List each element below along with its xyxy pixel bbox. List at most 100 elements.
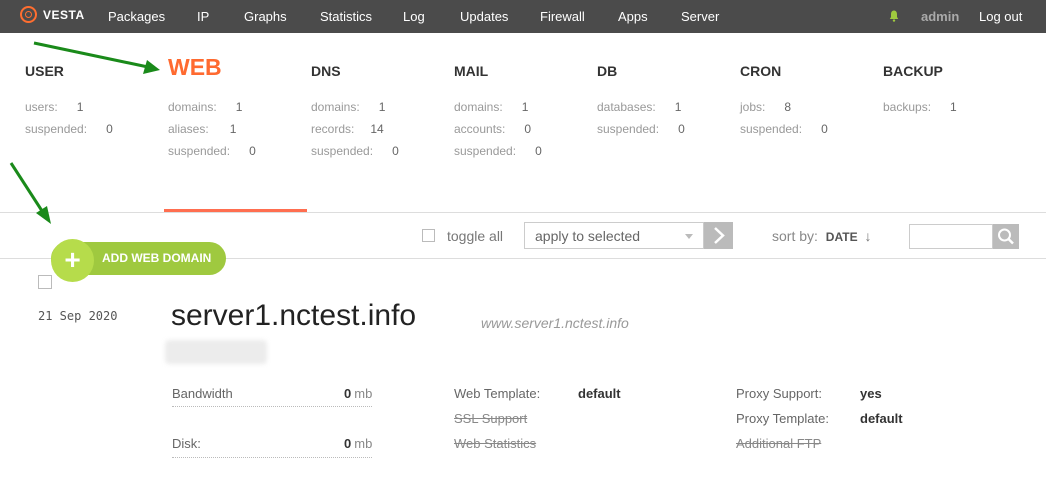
notification-bell-icon[interactable] <box>889 10 899 22</box>
stats-value: 0 <box>535 144 542 158</box>
logout-link[interactable]: Log out <box>979 9 1022 24</box>
stats-value: 0 <box>249 144 256 158</box>
top-navigation-bar: VESTA Packages IP Graphs Statistics Log … <box>0 0 1046 33</box>
stats-label: suspended: <box>168 144 231 158</box>
search-icon <box>998 228 1014 245</box>
vesta-logo[interactable]: VESTA <box>20 6 85 23</box>
stats-value: 1 <box>378 100 386 114</box>
stats-label: backups: <box>883 100 932 114</box>
stats-title: WEB <box>168 54 222 80</box>
disk-value: 0 mb <box>344 436 373 451</box>
nav-ip[interactable]: IP <box>197 9 209 24</box>
bulk-action-select[interactable]: apply to selected <box>524 222 704 249</box>
stats-label: accounts: <box>454 122 506 136</box>
stats-cron[interactable]: CRON jobs: 8 suspended: 0 <box>740 62 828 140</box>
web-template-value: default <box>578 386 621 401</box>
chevron-right-icon <box>714 227 725 244</box>
nav-apps[interactable]: Apps <box>618 9 648 24</box>
divider <box>172 406 372 407</box>
stats-row: users: 1 <box>25 96 113 118</box>
stats-row: domains: 1 <box>311 96 399 118</box>
stats-row: suspended: 0 <box>311 140 399 162</box>
stats-label: users: <box>25 100 58 114</box>
web-statistics-label: Web Statistics <box>454 436 537 451</box>
user-name[interactable]: admin <box>921 9 959 24</box>
stats-dns[interactable]: DNS domains: 1 records: 14 suspended: 0 <box>311 62 399 162</box>
stats-backup[interactable]: BACKUP backups: 1 <box>883 62 957 118</box>
stats-db[interactable]: DB databases: 1 suspended: 0 <box>597 62 685 140</box>
nav-updates[interactable]: Updates <box>460 9 508 24</box>
nav-log[interactable]: Log <box>403 9 425 24</box>
stats-value: 1 <box>76 100 84 114</box>
proxy-support-label: Proxy Support: <box>736 386 822 401</box>
stats-mail[interactable]: MAIL domains: 1 accounts: 0 suspended: 0 <box>454 62 542 162</box>
ssl-support-label: SSL Support <box>454 411 528 426</box>
stats-label: jobs: <box>740 100 766 114</box>
toggle-all-label[interactable]: toggle all <box>447 228 503 244</box>
domain-date: 21 Sep 2020 <box>38 309 118 323</box>
stats-value: 0 <box>106 122 113 136</box>
stats-label: domains: <box>311 100 360 114</box>
proxy-support-value: yes <box>860 386 882 401</box>
sort-by-control[interactable]: sort by: DATE ↓ <box>772 228 871 244</box>
row-checkbox[interactable] <box>38 275 52 289</box>
stats-label: domains: <box>168 100 217 114</box>
add-web-domain-button[interactable]: + ADD WEB DOMAIN <box>51 239 226 282</box>
stats-label: aliases: <box>168 122 209 136</box>
stats-value: 14 <box>370 122 384 136</box>
domain-alias: www.server1.nctest.info <box>481 315 629 331</box>
nav-firewall[interactable]: Firewall <box>540 9 585 24</box>
stats-row: suspended: 0 <box>597 118 685 140</box>
stats-label: records: <box>311 122 355 136</box>
logo-text: VESTA <box>43 7 85 22</box>
stats-row: domains: 1 <box>168 96 256 118</box>
stats-row: databases: 1 <box>597 96 685 118</box>
add-web-domain-label: ADD WEB DOMAIN <box>102 251 212 265</box>
stats-title: CRON <box>740 63 782 79</box>
nav-packages[interactable]: Packages <box>108 9 165 24</box>
stats-row: records: 14 <box>311 118 399 140</box>
nav-graphs[interactable]: Graphs <box>244 9 287 24</box>
divider <box>0 212 1046 213</box>
stats-label: suspended: <box>454 144 517 158</box>
stats-title: BACKUP <box>883 63 943 79</box>
stats-user[interactable]: USER users: 1 suspended: 0 <box>25 62 113 140</box>
stats-label: suspended: <box>311 144 374 158</box>
stats-row: jobs: 8 <box>740 96 828 118</box>
proxy-template-value: default <box>860 411 903 426</box>
vesta-logo-icon <box>20 6 37 23</box>
stats-label: databases: <box>597 100 656 114</box>
bandwidth-value: 0 mb <box>344 386 373 401</box>
stats-row: suspended: 0 <box>454 140 542 162</box>
apply-button[interactable] <box>704 222 733 249</box>
web-template-label: Web Template: <box>454 386 541 401</box>
additional-ftp-label: Additional FTP <box>736 436 822 451</box>
search-button[interactable] <box>993 224 1019 249</box>
chevron-down-icon <box>685 234 693 239</box>
stats-value: 0 <box>821 122 828 136</box>
stats-row: aliases: 1 <box>168 118 256 140</box>
stats-value: 1 <box>229 122 237 136</box>
stats-web[interactable]: WEB domains: 1 aliases: 1 suspended: 0 <box>168 54 256 162</box>
nav-server[interactable]: Server <box>681 9 719 24</box>
annotation-arrow-add-icon <box>9 162 51 224</box>
plus-icon: + <box>51 239 94 282</box>
stats-value: 0 <box>524 122 532 136</box>
stats-value: 1 <box>235 100 243 114</box>
toggle-all-checkbox[interactable] <box>422 229 435 242</box>
stats-row: suspended: 0 <box>740 118 828 140</box>
stats-title: MAIL <box>454 63 489 79</box>
stats-row: suspended: 0 <box>25 118 113 140</box>
sort-arrow-icon: ↓ <box>864 228 872 244</box>
nav-statistics[interactable]: Statistics <box>320 9 372 24</box>
search-input[interactable] <box>909 224 993 249</box>
domain-name[interactable]: server1.nctest.info <box>171 299 416 333</box>
stats-value: 0 <box>392 144 399 158</box>
divider <box>172 457 372 458</box>
stats-row: suspended: 0 <box>168 140 256 162</box>
proxy-template-label: Proxy Template: <box>736 411 829 426</box>
bulk-action-value: apply to selected <box>535 228 641 244</box>
stats-value: 1 <box>950 100 957 114</box>
stats-title: DB <box>597 63 618 79</box>
stats-title: DNS <box>311 63 341 79</box>
